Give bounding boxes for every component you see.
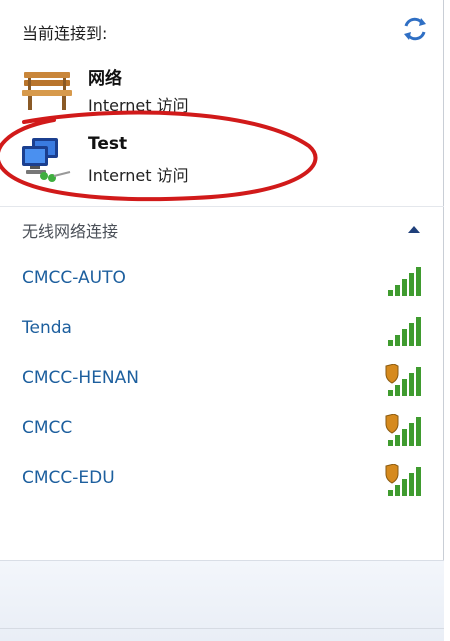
refresh-network-button[interactable] [400,14,430,44]
connection-name: Test [88,134,128,154]
wifi-item-cmcc-auto[interactable]: CMCC-AUTO [0,256,444,306]
wifi-item-cmcc-edu[interactable]: CMCC-EDU [0,456,444,506]
section-divider [0,206,444,207]
connection-status: Internet 访问 [88,96,189,115]
current-connection-test[interactable]: Test Internet 访问 [18,132,318,192]
footer-divider [0,628,444,629]
wifi-network-list: CMCC-AUTO Tenda CMCC-HENAN CMCC CMCC-EDU [0,256,444,506]
network-flyout: 当前连接到: 网络 Internet 访问 Test Internet 访问 无… [0,0,444,641]
refresh-icon [404,17,426,41]
connection-name: 网络 [88,69,122,89]
wifi-network-name: Tenda [22,318,72,338]
wifi-item-tenda[interactable]: Tenda [0,306,444,356]
wifi-item-cmcc[interactable]: CMCC [0,406,444,456]
secured-signal-strength-icon [385,414,421,446]
wifi-item-cmcc-henan[interactable]: CMCC-HENAN [0,356,444,406]
collapse-section-button[interactable] [404,220,424,240]
chevron-up-icon [408,226,420,233]
current-connection-network[interactable]: 网络 Internet 访问 [18,62,318,122]
wireless-section-title: 无线网络连接 [22,222,119,241]
wifi-network-name: CMCC-AUTO [22,268,126,288]
connection-status: Internet 访问 [88,166,189,185]
secured-signal-strength-icon [385,464,421,496]
header-title: 当前连接到: [22,24,108,43]
bench-icon [22,72,72,110]
wifi-network-name: CMCC-EDU [22,468,115,488]
wifi-network-name: CMCC [22,418,73,438]
wifi-network-name: CMCC-HENAN [22,368,139,388]
signal-strength-icon [388,317,421,346]
secured-signal-strength-icon [385,364,421,396]
signal-strength-icon [388,267,421,296]
computer-network-icon [22,138,71,182]
